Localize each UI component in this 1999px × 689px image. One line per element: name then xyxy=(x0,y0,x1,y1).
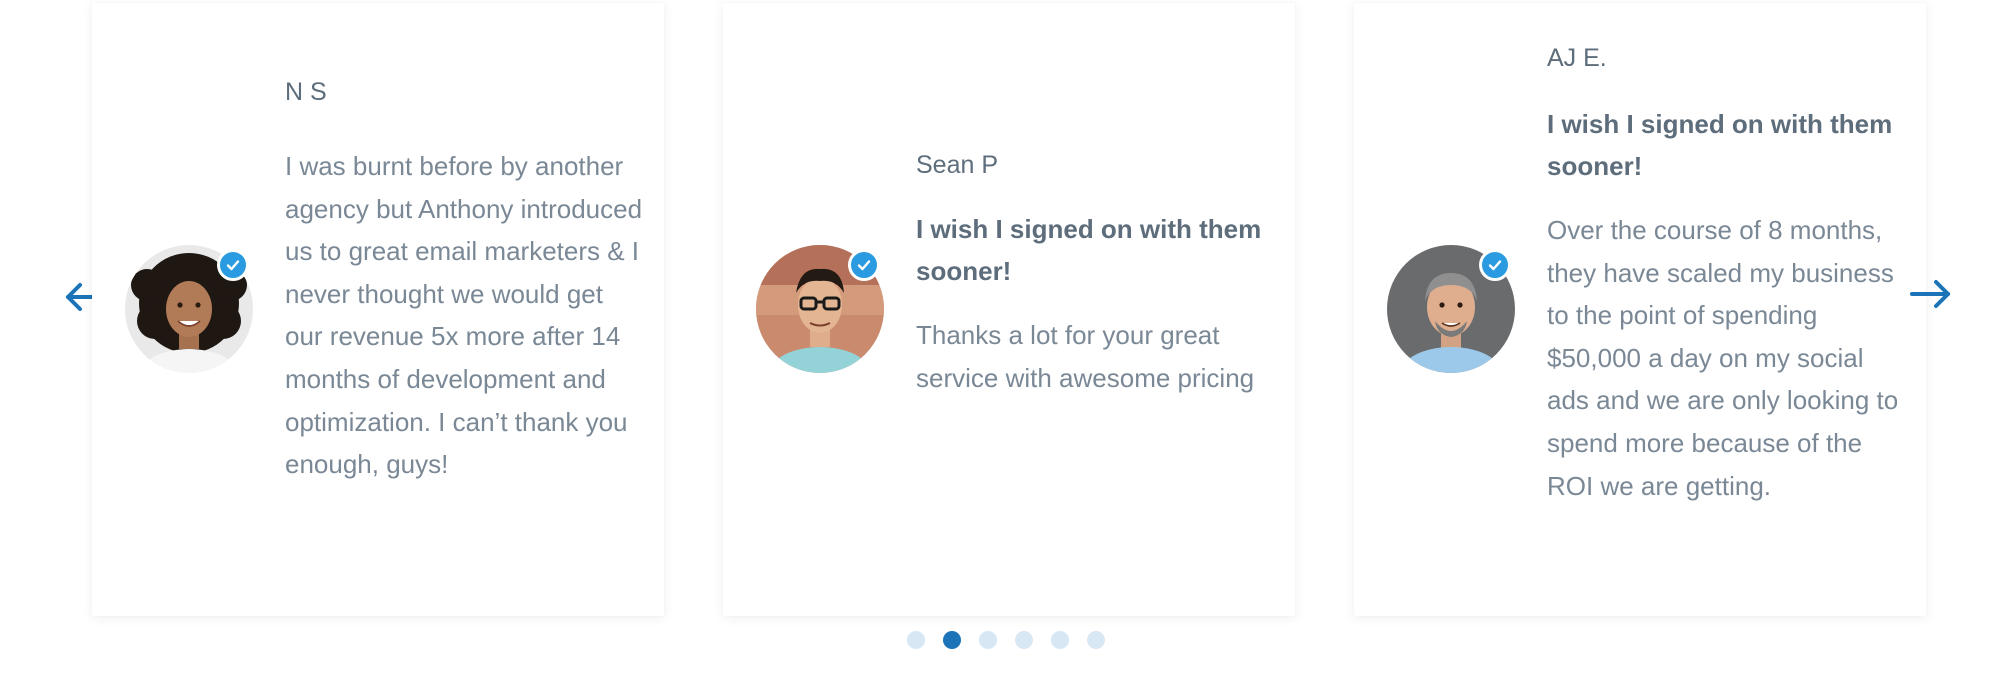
testimonial-headline: I wish I signed on with them sooner! xyxy=(1547,109,1893,181)
customer-name: N S xyxy=(285,78,327,106)
avatar xyxy=(756,245,884,373)
pagination-dot[interactable] xyxy=(1051,631,1069,649)
testimonial-content: N S I was burnt before by another agency… xyxy=(285,75,645,486)
pagination-dot[interactable] xyxy=(907,631,925,649)
verified-badge-icon xyxy=(217,249,249,281)
avatar xyxy=(1387,245,1515,373)
customer-name: AJ E. xyxy=(1547,44,1607,72)
next-arrow-icon[interactable] xyxy=(1908,275,1952,313)
avatar xyxy=(125,245,253,373)
testimonial-content: Sean P I wish I signed on with them soon… xyxy=(916,148,1276,399)
pagination-dot[interactable] xyxy=(979,631,997,649)
testimonial-content: AJ E. I wish I signed on with them soone… xyxy=(1547,41,1907,507)
pagination-dot[interactable] xyxy=(1087,631,1105,649)
verified-badge-icon xyxy=(848,249,880,281)
testimonial-text: I was burnt before by another agency but… xyxy=(285,151,643,480)
testimonial-card: Sean P I wish I signed on with them soon… xyxy=(723,3,1295,616)
customer-name: Sean P xyxy=(916,151,999,179)
testimonial-headline: I wish I signed on with them sooner! xyxy=(916,214,1262,286)
pagination-dot[interactable] xyxy=(1015,631,1033,649)
pagination-dot[interactable] xyxy=(943,631,961,649)
verified-badge-icon xyxy=(1479,249,1511,281)
testimonial-text: Thanks a lot for your great service with… xyxy=(916,320,1255,393)
testimonial-card: N S I was burnt before by another agency… xyxy=(92,3,664,616)
testimonial-card: AJ E. I wish I signed on with them soone… xyxy=(1354,3,1926,616)
pagination-dots xyxy=(907,631,1105,649)
testimonial-text: Over the course of 8 months, they have s… xyxy=(1547,215,1899,501)
